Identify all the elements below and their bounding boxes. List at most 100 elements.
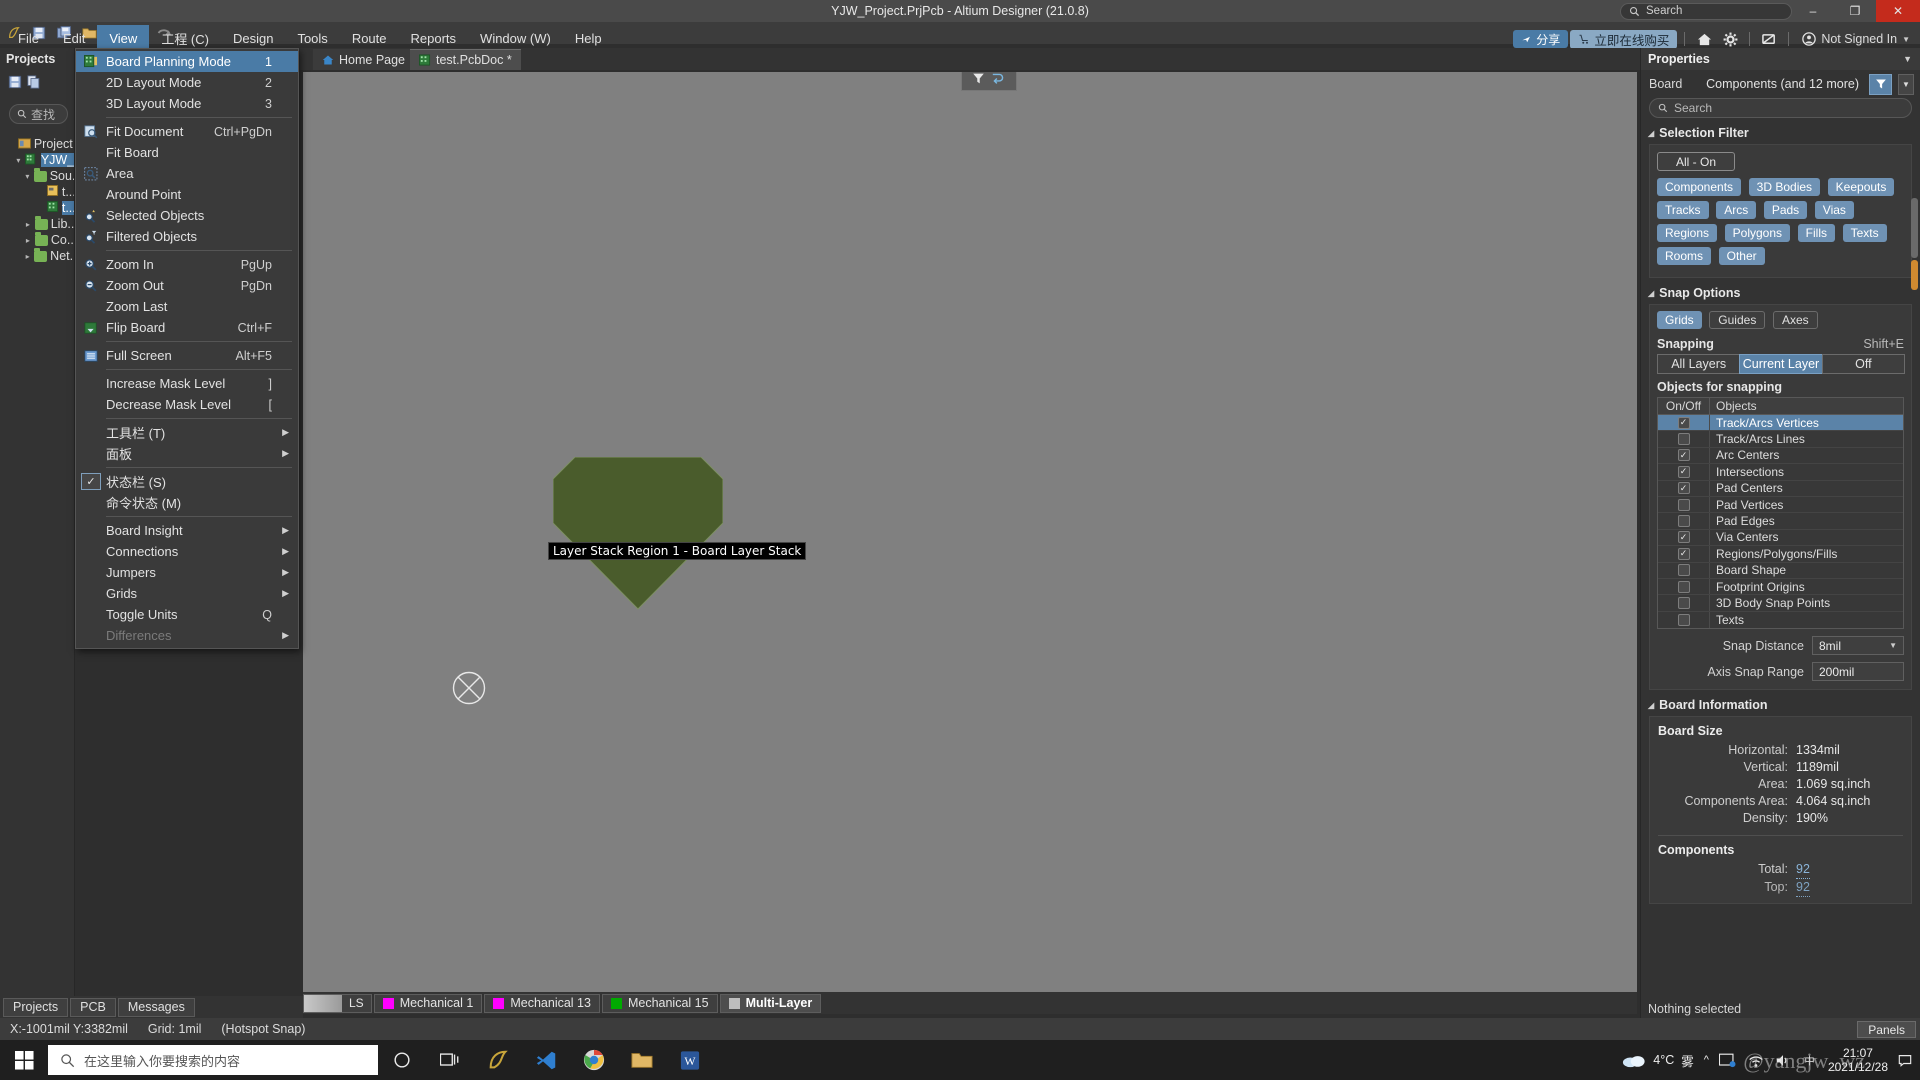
filter-chip-fills[interactable]: Fills (1797, 224, 1835, 242)
menu-item-command-status[interactable]: 命令状态 (M) (76, 492, 298, 513)
taskbar-explorer-icon[interactable] (618, 1040, 666, 1080)
snap-checkbox[interactable]: ✓ (1658, 480, 1710, 496)
menu-item-toolbars[interactable]: 工具栏 (T) ▶ (76, 422, 298, 443)
snap-checkbox[interactable] (1658, 496, 1710, 513)
extensions-icon[interactable] (1757, 28, 1781, 50)
snap-checkbox[interactable] (1658, 611, 1710, 629)
filter-chip-tracks[interactable]: Tracks (1657, 201, 1709, 219)
snap-checkbox[interactable] (1658, 595, 1710, 611)
table-row[interactable]: Pad Vertices (1658, 496, 1903, 514)
tree-arrow[interactable]: ▸ (24, 236, 32, 245)
global-search-input[interactable]: Search (1620, 2, 1792, 20)
layer-tab-multi-layer[interactable]: Multi-Layer (719, 993, 822, 1013)
tree-item-net-classes[interactable]: ▸ Net... (8, 247, 74, 264)
menu-item-board-insight[interactable]: Board Insight ▶ (76, 520, 298, 541)
filter-chip-rooms[interactable]: Rooms (1657, 247, 1712, 265)
board-information-header[interactable]: ◢ Board Information (1641, 690, 1920, 716)
axis-snap-range-input[interactable]: 200mil (1812, 662, 1904, 682)
filter-chip-pads[interactable]: Pads (1763, 201, 1808, 219)
menu-item-panels[interactable]: 面板 ▶ (76, 443, 298, 464)
cortana-icon[interactable] (378, 1040, 426, 1080)
snapping-all-layers-button[interactable]: All Layers (1657, 354, 1741, 374)
tree-item-components[interactable]: ▸ Co... (8, 231, 74, 248)
snap-checkbox[interactable]: ✓ (1658, 546, 1710, 562)
menu-item-toggle-units[interactable]: Toggle Units Q (76, 604, 298, 625)
tree-arrow[interactable]: ▸ (24, 220, 32, 229)
menu-item-selected-objects[interactable]: Selected Objects (76, 205, 298, 226)
menu-item-grids[interactable]: Grids ▶ (76, 583, 298, 604)
layer-set-selector[interactable]: LS (303, 993, 372, 1013)
tree-item-pcb-doc[interactable]: t... (8, 200, 74, 216)
notification-icon[interactable] (1898, 1053, 1912, 1067)
table-row[interactable]: ✓ Intersections (1658, 464, 1903, 481)
table-row[interactable]: Footprint Origins (1658, 578, 1903, 596)
panels-button[interactable]: Panels (1857, 1021, 1916, 1038)
taskbar-chrome-icon[interactable] (570, 1040, 618, 1080)
selection-filter-header[interactable]: ◢ Selection Filter (1641, 118, 1920, 144)
filter-chip-other[interactable]: Other (1718, 247, 1765, 265)
filter-dropdown-button[interactable]: ▼ (1898, 73, 1914, 95)
menu-item-2d-layout-mode[interactable]: 2D Layout Mode 2 (76, 72, 298, 93)
onedrive-sync-icon[interactable] (1718, 1053, 1737, 1068)
snap-checkbox[interactable] (1658, 578, 1710, 595)
filter-chip-3d-bodies[interactable]: 3D Bodies (1748, 178, 1821, 196)
share-button[interactable]: 分享 (1513, 30, 1569, 48)
taskbar-word-icon[interactable]: W (666, 1040, 714, 1080)
filter-chip-texts[interactable]: Texts (1842, 224, 1887, 242)
menu-item-connections[interactable]: Connections ▶ (76, 541, 298, 562)
components-value[interactable]: 92 (1796, 879, 1810, 898)
filter-icon[interactable] (972, 72, 985, 88)
sign-in-button[interactable]: Not Signed In ▼ (1796, 32, 1916, 46)
taskbar-altium-icon[interactable] (474, 1040, 522, 1080)
table-row[interactable]: ✓ Regions/Polygons/Fills (1658, 546, 1903, 563)
start-button[interactable] (0, 1040, 48, 1080)
close-button[interactable]: ✕ (1876, 0, 1920, 22)
copy-project-icon[interactable] (27, 74, 41, 92)
properties-scrollbar-thumb[interactable] (1911, 260, 1918, 290)
table-row[interactable]: Pad Edges (1658, 513, 1903, 530)
snap-checkbox[interactable] (1658, 562, 1710, 578)
taskbar-vscode-icon[interactable] (522, 1040, 570, 1080)
table-row[interactable]: Texts (1658, 611, 1903, 629)
components-value[interactable]: 92 (1796, 861, 1810, 880)
menu-item-zoom-last[interactable]: Zoom Last (76, 296, 298, 317)
home-icon[interactable] (1692, 28, 1716, 50)
menu-item-board-planning-mode[interactable]: Board Planning Mode 1 (76, 51, 298, 72)
layer-tab-mechanical-15[interactable]: Mechanical 15 (601, 993, 718, 1013)
table-row[interactable]: Board Shape (1658, 562, 1903, 579)
snap-checkbox[interactable]: ✓ (1658, 529, 1710, 546)
tree-item-workspace[interactable]: Project ... (8, 136, 74, 152)
filter-chip-regions[interactable]: Regions (1657, 224, 1718, 242)
all-on-button[interactable]: All - On (1657, 152, 1736, 171)
tree-arrow[interactable]: ▾ (24, 172, 31, 181)
save-project-icon[interactable] (8, 75, 22, 92)
filter-chip-keepouts[interactable]: Keepouts (1827, 178, 1895, 196)
menu-item-zoom-in[interactable]: Zoom In PgUp (76, 254, 298, 275)
snap-checkbox[interactable]: ✓ (1658, 464, 1710, 480)
tree-item-sch-doc[interactable]: t... (8, 184, 74, 200)
snap-chip-guides[interactable]: Guides (1709, 311, 1766, 329)
menu-item-jumpers[interactable]: Jumpers ▶ (76, 562, 298, 583)
table-row[interactable]: ✓ Via Centers (1658, 529, 1903, 547)
menu-item-zoom-out[interactable]: Zoom Out PgDn (76, 275, 298, 296)
menu-item-fit-document[interactable]: Fit Document Ctrl+PgDn (76, 121, 298, 142)
snapping-current-layer-button[interactable]: Current Layer (1739, 354, 1823, 374)
snap-checkbox[interactable]: ✓ (1658, 415, 1710, 431)
panel-tab-pcb[interactable]: PCB (70, 997, 116, 1017)
snap-options-header[interactable]: ◢ Snap Options (1641, 278, 1920, 304)
table-row[interactable]: ✓ Arc Centers (1658, 447, 1903, 465)
pcb-canvas[interactable]: Layer Stack Region 1 - Board Layer Stack (303, 72, 1637, 992)
filter-chip-arcs[interactable]: Arcs (1716, 201, 1757, 219)
taskbar-search-input[interactable]: 在这里输入你要搜索的内容 (48, 1045, 378, 1075)
menu-item-3d-layout-mode[interactable]: 3D Layout Mode 3 (76, 93, 298, 114)
filter-chip-components[interactable]: Components (1657, 178, 1742, 196)
snap-checkbox[interactable]: ✓ (1658, 447, 1710, 464)
buy-online-button[interactable]: 立即在线购买 (1570, 29, 1678, 49)
tree-arrow[interactable]: ▸ (24, 252, 31, 261)
minimize-button[interactable]: – (1792, 0, 1834, 22)
snap-chip-grids[interactable]: Grids (1657, 311, 1702, 329)
table-row[interactable]: Track/Arcs Lines (1658, 431, 1903, 448)
menu-item-decrease-mask-level[interactable]: Decrease Mask Level [ (76, 394, 298, 415)
properties-search-input[interactable]: Search (1649, 98, 1912, 118)
weather-widget[interactable]: 4°C 雾 (1622, 1051, 1694, 1070)
